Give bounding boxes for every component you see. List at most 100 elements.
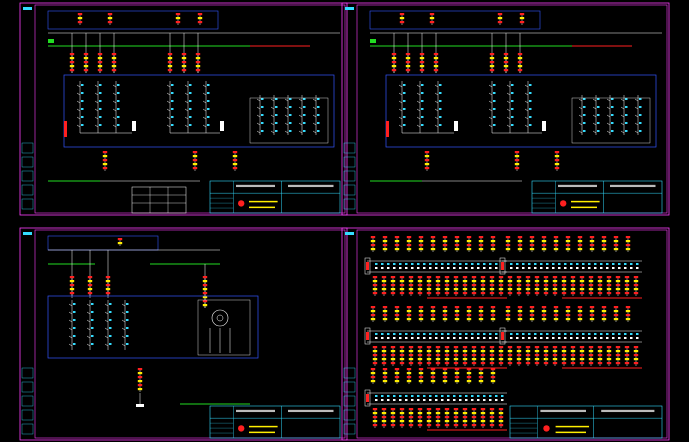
terminal-mark bbox=[543, 284, 549, 287]
contact-symbol bbox=[298, 98, 303, 102]
terminal-mark bbox=[408, 292, 414, 295]
terminal-point bbox=[600, 267, 603, 269]
terminal-mark bbox=[552, 358, 558, 361]
contact-tag bbox=[439, 100, 442, 102]
contact-tag bbox=[403, 116, 406, 118]
lower-stack bbox=[561, 276, 567, 296]
contact-symbol bbox=[270, 130, 275, 134]
terminal-mark bbox=[442, 314, 448, 317]
terminal-mark bbox=[579, 292, 585, 295]
terminal-mark bbox=[570, 354, 576, 357]
lower-stack bbox=[462, 346, 468, 366]
terminal-mark bbox=[588, 346, 594, 349]
terminal-mark bbox=[417, 416, 423, 419]
contact-symbol bbox=[298, 114, 303, 118]
terminal-mark bbox=[577, 236, 583, 239]
contact-tag bbox=[289, 106, 292, 108]
contact-symbol bbox=[620, 98, 625, 102]
terminal-mark bbox=[505, 318, 511, 321]
terminal-mark bbox=[633, 354, 639, 357]
contact-symbol bbox=[398, 124, 403, 128]
terminal-point bbox=[441, 263, 444, 265]
terminal-point bbox=[510, 263, 513, 265]
terminal-mark bbox=[418, 372, 424, 375]
terminal-point bbox=[471, 337, 474, 339]
terminal-mark bbox=[382, 248, 388, 251]
terminal-mark bbox=[529, 244, 535, 247]
terminal-mark bbox=[471, 284, 477, 287]
terminal-point bbox=[405, 337, 408, 339]
lower-stack bbox=[435, 346, 441, 366]
terminal-mark bbox=[615, 276, 621, 279]
output-circuit bbox=[284, 95, 292, 135]
terminal-mark bbox=[426, 354, 432, 357]
terminal-mark bbox=[381, 280, 387, 283]
terminal-mark bbox=[390, 292, 396, 295]
header-stack bbox=[406, 368, 412, 384]
terminal-point bbox=[489, 399, 492, 401]
terminal-mark bbox=[370, 372, 376, 375]
control-header-box bbox=[369, 10, 541, 30]
terminal-point bbox=[540, 267, 543, 269]
contact-symbol bbox=[606, 122, 611, 126]
cad-drawing-canvas[interactable] bbox=[0, 0, 689, 442]
contact-tag bbox=[73, 311, 76, 313]
sheet-outer-frame bbox=[19, 2, 348, 216]
terminal-mark bbox=[606, 350, 612, 353]
terminal-mark bbox=[577, 248, 583, 251]
terminal-point bbox=[510, 267, 513, 269]
breaker-stack bbox=[167, 53, 173, 73]
terminal-mark bbox=[541, 240, 547, 243]
terminal-mark bbox=[498, 288, 504, 291]
terminal-mark bbox=[466, 240, 472, 243]
contact-tag bbox=[189, 92, 192, 94]
contact-symbol bbox=[634, 98, 639, 102]
terminal-mark bbox=[399, 17, 405, 20]
contact-symbol bbox=[284, 122, 289, 126]
terminal-point bbox=[606, 333, 609, 335]
terminal-mark bbox=[489, 57, 495, 60]
terminal-mark bbox=[624, 280, 630, 283]
terminal-mark bbox=[197, 21, 203, 24]
terminal-mark bbox=[442, 244, 448, 247]
terminal-mark bbox=[489, 61, 495, 64]
terminal-mark bbox=[97, 69, 103, 72]
terminal-mark bbox=[399, 416, 405, 419]
terminal-mark bbox=[471, 288, 477, 291]
terminal-mark bbox=[503, 57, 509, 60]
strip-cell bbox=[21, 156, 34, 168]
terminal-mark bbox=[382, 244, 388, 247]
contact-symbol bbox=[94, 124, 99, 128]
terminal-point bbox=[465, 267, 468, 269]
terminal-mark bbox=[444, 288, 450, 291]
terminal-mark bbox=[490, 310, 496, 313]
terminal-mark bbox=[489, 276, 495, 279]
terminal-mark bbox=[426, 284, 432, 287]
breaker-stack bbox=[105, 276, 111, 296]
terminal-mark bbox=[406, 240, 412, 243]
terminal-point bbox=[459, 395, 462, 397]
terminal-mark bbox=[471, 420, 477, 423]
terminal-mark bbox=[480, 412, 486, 415]
terminal-mark bbox=[430, 376, 436, 379]
header-stack bbox=[478, 368, 484, 384]
terminal-mark bbox=[372, 420, 378, 423]
header-stack bbox=[577, 236, 583, 252]
terminal-point bbox=[435, 395, 438, 397]
contact-symbol bbox=[488, 100, 493, 104]
contact-tag bbox=[109, 303, 112, 305]
terminal-point bbox=[552, 267, 555, 269]
terminal-mark bbox=[370, 236, 376, 239]
terminal-mark bbox=[408, 416, 414, 419]
legend-table bbox=[131, 186, 187, 214]
terminal-mark bbox=[480, 288, 486, 291]
terminal-point bbox=[471, 395, 474, 397]
terminal-mark bbox=[624, 354, 630, 357]
terminal-mark bbox=[137, 368, 143, 371]
contact-symbol bbox=[68, 311, 73, 315]
contact-tag bbox=[625, 106, 628, 108]
terminal-mark bbox=[577, 314, 583, 317]
terminal-mark bbox=[408, 276, 414, 279]
terminal-point bbox=[381, 267, 384, 269]
contact-symbol bbox=[166, 84, 171, 88]
